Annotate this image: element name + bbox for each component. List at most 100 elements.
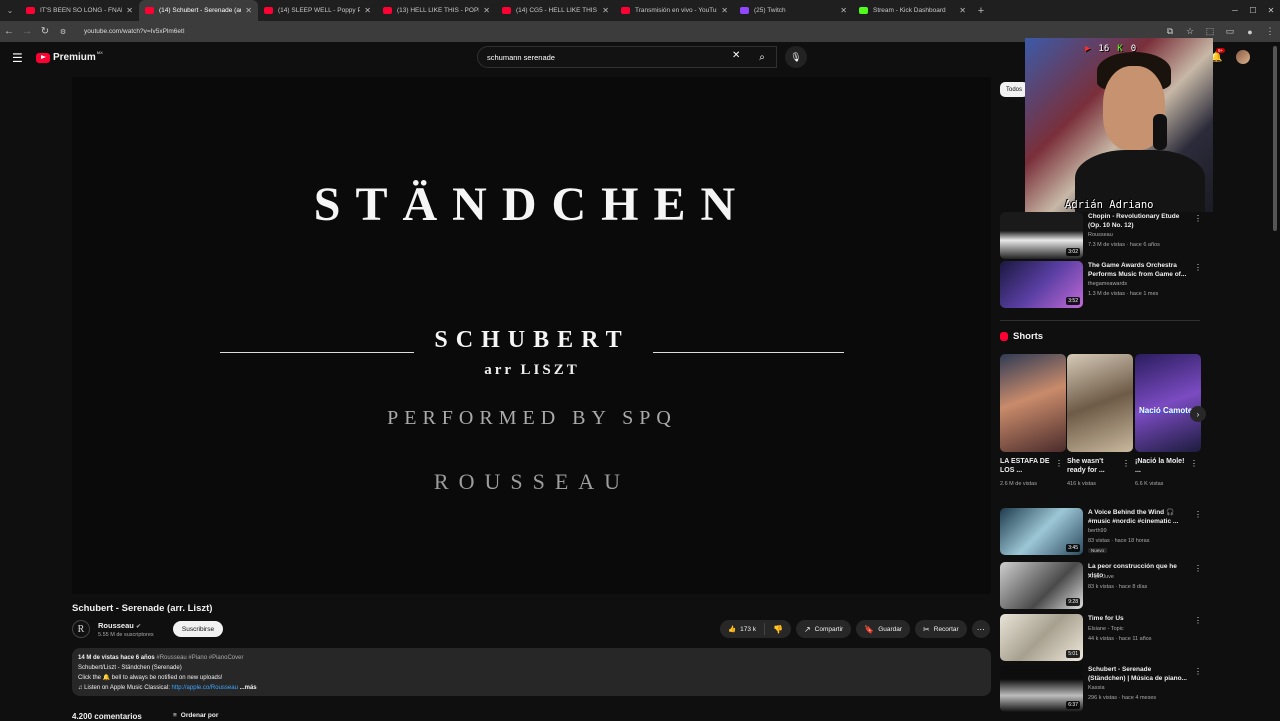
browser-tab[interactable]: (14) CG5 - HELL LIKE THIS (Official ✕: [496, 0, 615, 21]
maximize-icon[interactable]: ☐: [1244, 0, 1262, 21]
browser-tab[interactable]: (25) Twitch ✕: [734, 0, 853, 21]
filter-chip-all[interactable]: Todos: [1000, 82, 1029, 97]
hamburger-menu-icon[interactable]: ☰: [12, 51, 23, 65]
subscribe-button[interactable]: Suscribirse: [173, 621, 223, 637]
recommended-video[interactable]: 6:37 Schubert - Serenade (Ständchen) | Mú…: [1000, 665, 1205, 715]
forward-icon[interactable]: →: [18, 26, 36, 37]
reload-icon[interactable]: ↻: [36, 26, 54, 37]
more-actions-icon[interactable]: ⋯: [971, 620, 990, 638]
close-tab-icon[interactable]: ✕: [959, 6, 966, 15]
video-thumbnail[interactable]: 3:02: [1000, 212, 1083, 259]
youtube-premium-logo[interactable]: Premium MX: [36, 50, 103, 63]
recommended-title[interactable]: Schubert - Serenade (Ständchen) | Música…: [1088, 666, 1188, 683]
recommended-channel[interactable]: Arqui Juve: [1088, 574, 1114, 580]
recommended-video[interactable]: 3:02 Chopin - Revolutionary Etude (Op. 10…: [1000, 212, 1205, 262]
video-thumbnail[interactable]: 5:01: [1000, 614, 1083, 661]
browser-menu-icon[interactable]: ⋮: [1260, 26, 1280, 37]
recommended-video[interactable]: 3:45 A Voice Behind the Wind 🎧 #music #no…: [1000, 508, 1205, 558]
sort-comments-button[interactable]: ≡ Ordenar por: [173, 712, 218, 719]
page-scrollbar[interactable]: [1273, 46, 1277, 231]
video-thumbnail[interactable]: 9:28: [1000, 562, 1083, 609]
shorts-header: Shorts: [1000, 331, 1043, 342]
video-thumbnail[interactable]: 3:45: [1000, 508, 1083, 555]
recommended-channel[interactable]: berth99: [1088, 528, 1107, 534]
cast-icon[interactable]: ⧉: [1160, 26, 1180, 37]
browser-tab[interactable]: (13) HELL LIKE THIS - POPPY PLAYTIME ✕: [377, 0, 496, 21]
more-options-icon[interactable]: ⋮: [1055, 459, 1063, 468]
browser-tab[interactable]: (14) SLEEP WELL - Poppy Playtime✕: [258, 0, 377, 21]
short-thumbnail[interactable]: Nació Camote: [1135, 354, 1201, 452]
short-item[interactable]: Nació Camote ¡Nació la Mole! ... 6.6 K vis…: [1135, 354, 1201, 494]
dislike-button[interactable]: 👎: [765, 625, 791, 634]
browser-tab[interactable]: Transmisión en vivo - YouTube Studio ✕: [615, 0, 734, 21]
more-options-icon[interactable]: ⋮: [1194, 564, 1202, 573]
short-title[interactable]: ¡Nació la Mole! ...: [1135, 457, 1185, 475]
recommended-channel[interactable]: Kassia: [1088, 685, 1105, 691]
browser-tab[interactable]: (14) Schubert - Serenade (arr. Liszt) ✕: [139, 0, 258, 21]
browser-tab[interactable]: Stream - Kick Dashboard ✕: [853, 0, 972, 21]
close-tab-icon[interactable]: ✕: [840, 6, 847, 15]
bookmark-star-icon[interactable]: ☆: [1180, 26, 1200, 37]
shorts-next-arrow-icon[interactable]: ›: [1190, 406, 1206, 422]
more-options-icon[interactable]: ⋮: [1194, 667, 1202, 676]
recommended-channel[interactable]: Rousseau: [1088, 232, 1113, 238]
clear-search-icon[interactable]: ✕: [732, 50, 740, 61]
close-tab-icon[interactable]: ✕: [721, 6, 728, 15]
close-tab-icon[interactable]: ✕: [602, 6, 609, 15]
channel-avatar[interactable]: R: [72, 620, 90, 638]
voice-search-icon[interactable]: 🎙: [785, 46, 807, 68]
more-options-icon[interactable]: ⋮: [1190, 459, 1198, 468]
video-description[interactable]: 14 M de vistas hace 6 años #Rousseau #Pi…: [72, 648, 991, 696]
video-player[interactable]: STÄNDCHEN SCHUBERT arr LISZT PERFORMED B…: [72, 77, 991, 594]
close-tab-icon[interactable]: ✕: [126, 6, 133, 15]
more-options-icon[interactable]: ⋮: [1194, 214, 1202, 223]
recommended-channel[interactable]: Elsiane - Topic: [1088, 626, 1124, 632]
show-more-link[interactable]: ...más: [240, 685, 257, 691]
video-thumbnail[interactable]: 3:52: [1000, 261, 1083, 308]
description-line: Schubert/Liszt - Ständchen (Serenade): [78, 665, 182, 671]
video-thumbnail[interactable]: 6:37: [1000, 665, 1083, 712]
close-tab-icon[interactable]: ✕: [245, 6, 252, 15]
save-button[interactable]: 🔖 Guardar: [856, 620, 911, 638]
more-options-icon[interactable]: ⋮: [1194, 263, 1202, 272]
new-tab-button[interactable]: +: [972, 5, 990, 17]
recommended-video[interactable]: 3:52 The Game Awards Orchestra Performs M…: [1000, 261, 1205, 311]
short-title[interactable]: LA ESTAFA DE LOS ...: [1000, 457, 1050, 475]
recommended-title[interactable]: Chopin - Revolutionary Etude (Op. 10 No.…: [1088, 213, 1188, 230]
short-thumbnail[interactable]: [1067, 354, 1133, 452]
browser-tab[interactable]: IT'S BEEN SO LONG - FNAF 2 M ✕: [20, 0, 139, 21]
short-item[interactable]: LA ESTAFA DE LOS ... 2.6 M de vistas ⋮: [1000, 354, 1066, 494]
close-tab-icon[interactable]: ✕: [483, 6, 490, 15]
extensions-icon[interactable]: ⬚: [1200, 26, 1220, 37]
like-button[interactable]: 👍 173 k: [720, 623, 765, 635]
minimize-icon[interactable]: ─: [1226, 0, 1244, 21]
share-button[interactable]: ↗ Compartir: [795, 620, 852, 638]
recommended-video[interactable]: 9:28 La peor construcción que he visto Arq…: [1000, 562, 1205, 612]
close-tab-icon[interactable]: ✕: [364, 6, 371, 15]
short-thumbnail[interactable]: [1000, 354, 1066, 452]
recommended-channel[interactable]: thegameawards: [1088, 281, 1127, 287]
recommended-video[interactable]: 5:01 Time for Us Elsiane - Topic 44 k vista…: [1000, 614, 1205, 664]
tab-search-icon[interactable]: ⌄: [0, 0, 20, 21]
sidebar-panel-icon[interactable]: ▭: [1220, 26, 1240, 37]
sort-label: Ordenar por: [180, 712, 219, 719]
recommended-title[interactable]: The Game Awards Orchestra Performs Music…: [1088, 262, 1188, 279]
channel-name[interactable]: Rousseau ✔: [98, 621, 141, 630]
profile-icon[interactable]: ●: [1240, 27, 1260, 37]
clip-button[interactable]: ✂ Recortar: [915, 620, 967, 638]
close-window-icon[interactable]: ✕: [1262, 0, 1280, 21]
recommended-title[interactable]: A Voice Behind the Wind 🎧 #music #nordic…: [1088, 509, 1188, 526]
site-info-icon[interactable]: ⚙: [54, 28, 72, 36]
short-title[interactable]: She wasn't ready for ...: [1067, 457, 1117, 475]
url-input[interactable]: youtube.com/watch?v=Iv5xPlm6etI: [84, 28, 185, 35]
hashtags[interactable]: #Rousseau #Piano #PianoCover: [156, 655, 243, 661]
account-avatar[interactable]: [1236, 50, 1251, 64]
more-options-icon[interactable]: ⋮: [1194, 510, 1202, 519]
back-icon[interactable]: ←: [0, 26, 18, 37]
short-item[interactable]: She wasn't ready for ... 416 k vistas ⋮: [1067, 354, 1133, 494]
apple-music-link[interactable]: http://apple.co/Rousseau: [172, 685, 238, 691]
more-options-icon[interactable]: ⋮: [1194, 616, 1202, 625]
more-options-icon[interactable]: ⋮: [1122, 459, 1130, 468]
search-icon[interactable]: ⌕: [749, 46, 775, 68]
recommended-title[interactable]: Time for Us: [1088, 615, 1188, 624]
